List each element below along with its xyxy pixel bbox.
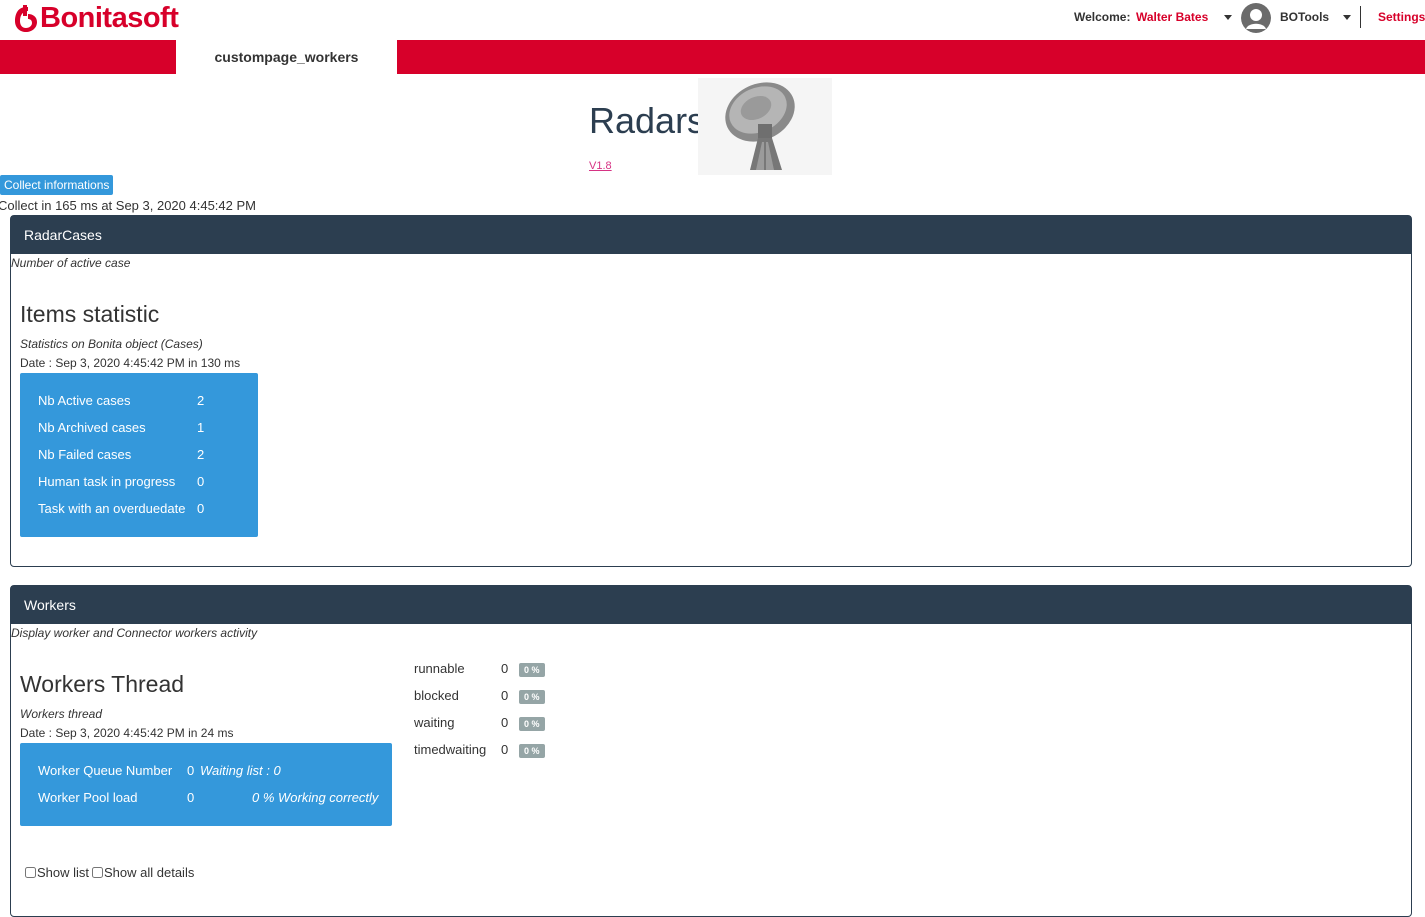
show-list-checkbox[interactable]	[25, 867, 36, 878]
thread-state-percent-badge: 0 %	[519, 716, 545, 731]
items-statistic-heading: Items statistic	[20, 301, 160, 327]
table-row: Worker Pool load 0 0 % Working correctly	[38, 784, 378, 811]
worker-queue-label: Worker Queue Number	[38, 763, 173, 778]
top-bar: Bonitasoft Welcome: Walter Bates BOTools…	[0, 0, 1425, 40]
thread-state-value: 0	[501, 715, 509, 730]
stat-value: 0	[197, 474, 205, 489]
app-selector[interactable]: BOTools	[1280, 10, 1329, 24]
table-row: timedwaiting 0 0 %	[414, 736, 545, 763]
welcome-label: Welcome:	[1074, 10, 1131, 24]
bonitasoft-logo[interactable]: Bonitasoft	[12, 2, 179, 35]
show-all-details-checkbox-label[interactable]: Show all details	[92, 865, 194, 880]
header-divider	[1360, 6, 1361, 28]
collect-status: Collect in 165 ms at Sep 3, 2020 4:45:42…	[0, 198, 256, 213]
stat-value: 2	[197, 447, 205, 462]
items-statistic-date: Date : Sep 3, 2020 4:45:42 PM in 130 ms	[20, 356, 241, 370]
show-list-checkbox-label[interactable]: Show list	[25, 865, 89, 880]
version-link[interactable]: V1.8	[589, 160, 612, 172]
worker-pool-status: 0 % Working correctly	[252, 790, 379, 805]
workers-panel-title: Workers	[11, 586, 1411, 624]
cases-stat-box: Nb Active cases 2 Nb Archived cases 1 Nb F…	[20, 373, 258, 537]
logo-text: Bonitasoft	[40, 2, 179, 34]
user-name-menu[interactable]: Walter Bates	[1136, 10, 1208, 24]
table-row: Task with an overduedate 0	[38, 495, 204, 522]
table-row: Nb Active cases 2	[38, 387, 204, 414]
settings-link[interactable]: Settings	[1378, 10, 1425, 24]
table-row: Nb Archived cases 1	[38, 414, 204, 441]
workers-thread-subheading: Workers thread	[20, 707, 103, 721]
workers-description: Display worker and Connector workers act…	[11, 626, 258, 640]
user-menu-caret-icon[interactable]	[1224, 15, 1232, 20]
items-statistic-subheading: Statistics on Bonita object (Cases)	[20, 337, 203, 351]
thread-state-percent-badge: 0 %	[519, 743, 545, 758]
thread-states-table: runnable 0 0 % blocked 0 0 % waiting 0 0 % tim…	[414, 655, 545, 763]
thread-state-label: waiting	[414, 715, 455, 730]
table-row: blocked 0 0 %	[414, 682, 545, 709]
collect-informations-button[interactable]: Collect informations	[0, 175, 114, 195]
worker-queue-value: 0	[187, 763, 195, 778]
thread-state-label: timedwaiting	[414, 742, 487, 757]
stat-value: 1	[197, 420, 205, 435]
stat-label: Nb Failed cases	[38, 447, 132, 462]
table-row: Worker Queue Number 0 Waiting list : 0	[38, 757, 378, 784]
radar-dish-image	[698, 78, 832, 175]
workers-stat-box: Worker Queue Number 0 Waiting list : 0 W…	[20, 743, 392, 826]
radar-cases-description: Number of active case	[11, 256, 131, 270]
page-title: Radars	[589, 100, 706, 141]
stat-value: 2	[197, 393, 205, 408]
show-list-label: Show list	[37, 865, 90, 880]
table-row: Human task in progress 0	[38, 468, 204, 495]
app-selector-caret-icon[interactable]	[1343, 15, 1351, 20]
stat-label: Task with an overduedate	[38, 501, 186, 516]
radar-cases-panel-title: RadarCases	[11, 216, 1411, 254]
table-row: waiting 0 0 %	[414, 709, 545, 736]
thread-state-value: 0	[501, 688, 509, 703]
workers-thread-heading: Workers Thread	[20, 671, 185, 697]
stat-label: Nb Active cases	[38, 393, 131, 408]
thread-state-value: 0	[501, 742, 509, 757]
tab-custompage-workers[interactable]: custompage_workers	[176, 40, 397, 74]
radar-dish-icon	[698, 78, 832, 175]
thread-state-percent-badge: 0 %	[519, 689, 545, 704]
bonita-logo-icon	[15, 4, 37, 32]
thread-state-label: blocked	[414, 688, 459, 703]
table-row: runnable 0 0 %	[414, 655, 545, 682]
waiting-list: Waiting list : 0	[200, 763, 281, 778]
thread-state-percent-badge: 0 %	[519, 662, 545, 677]
workers-thread-date: Date : Sep 3, 2020 4:45:42 PM in 24 ms	[20, 726, 234, 740]
show-all-details-checkbox[interactable]	[92, 867, 103, 878]
stat-value: 0	[197, 501, 205, 516]
worker-pool-label: Worker Pool load	[38, 790, 138, 805]
workers-stat-table: Worker Queue Number 0 Waiting list : 0 W…	[38, 757, 378, 811]
show-all-details-label: Show all details	[104, 865, 195, 880]
thread-state-value: 0	[501, 661, 509, 676]
table-row: Nb Failed cases 2	[38, 441, 204, 468]
stat-label: Human task in progress	[38, 474, 176, 489]
user-avatar-icon	[1241, 3, 1271, 33]
worker-pool-value: 0	[187, 790, 195, 805]
stat-label: Nb Archived cases	[38, 420, 146, 435]
thread-state-label: runnable	[414, 661, 465, 676]
cases-stat-table: Nb Active cases 2 Nb Archived cases 1 Nb F…	[38, 387, 204, 522]
avatar[interactable]	[1241, 3, 1271, 33]
